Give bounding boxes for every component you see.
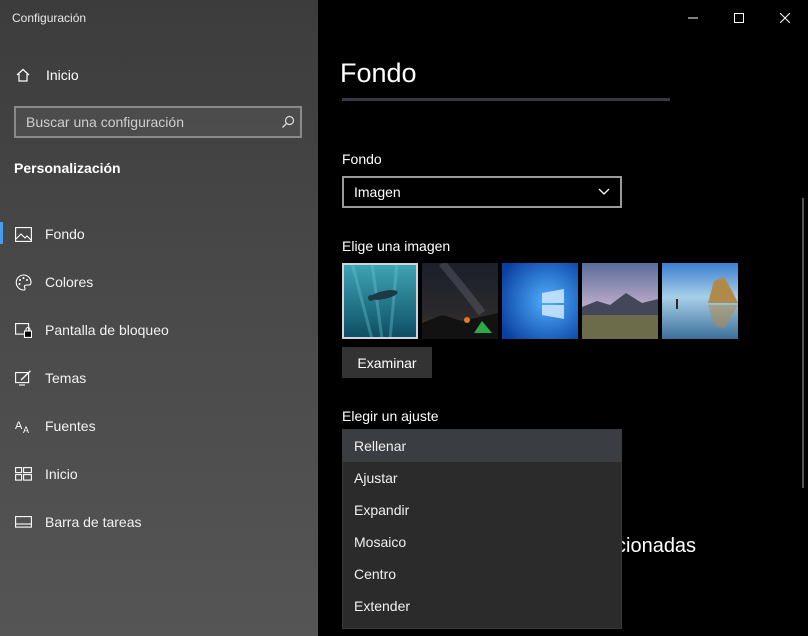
thumbnail-beach[interactable]: [662, 263, 738, 339]
taskbar-icon: [14, 513, 32, 531]
home-link[interactable]: Inicio: [14, 64, 79, 86]
close-button[interactable]: [762, 0, 808, 36]
sidebar-item-barra-de-tareas[interactable]: Barra de tareas: [0, 498, 318, 546]
fit-dropdown-list[interactable]: Rellenar Ajustar Expandir Mosaico Centro…: [342, 429, 622, 629]
sidebar-item-label: Pantalla de bloqueo: [45, 322, 169, 338]
image-thumbnails: [342, 263, 738, 339]
fonts-icon: AA: [14, 417, 32, 435]
fit-option-centro[interactable]: Centro: [343, 558, 621, 590]
settings-window: Configuración Inicio Personalización Fon…: [0, 0, 808, 636]
home-icon: [14, 66, 32, 84]
thumbnail-mountains[interactable]: [582, 263, 658, 339]
sidebar-item-label: Fuentes: [45, 418, 96, 434]
fit-option-expandir[interactable]: Expandir: [343, 494, 621, 526]
fit-option-rellenar[interactable]: Rellenar: [343, 430, 621, 462]
background-select-value: Imagen: [354, 184, 401, 200]
minimize-icon: [688, 17, 698, 19]
search-box[interactable]: [14, 106, 302, 138]
sidebar-item-label: Inicio: [45, 466, 78, 482]
maximize-button[interactable]: [716, 0, 762, 36]
close-icon: [780, 13, 790, 23]
sidebar-item-colores[interactable]: Colores: [0, 258, 318, 306]
fit-option-ajustar[interactable]: Ajustar: [343, 462, 621, 494]
fit-option-extender[interactable]: Extender: [343, 590, 621, 622]
sidebar-item-fondo[interactable]: Fondo: [0, 210, 318, 258]
thumbnail-night-sky[interactable]: [422, 263, 498, 339]
background-select[interactable]: Imagen: [342, 176, 622, 208]
sidebar-item-inicio[interactable]: Inicio: [0, 450, 318, 498]
svg-text:A: A: [15, 420, 23, 432]
image-icon: [14, 225, 32, 243]
sidebar-item-label: Fondo: [45, 226, 85, 242]
thumbnail-underwater[interactable]: [342, 263, 418, 339]
home-label: Inicio: [46, 67, 79, 83]
chevron-down-icon: [598, 188, 610, 195]
start-icon: [14, 465, 32, 483]
obscured-heading-text: cionadas: [616, 535, 697, 557]
scrollbar[interactable]: [802, 198, 804, 488]
title-divider: [342, 98, 670, 101]
minimize-button[interactable]: [670, 0, 716, 36]
page-title: Fondo: [340, 58, 417, 88]
search-input[interactable]: [16, 114, 276, 130]
nav-list: Fondo Colores Pantalla de bloqueo Temas: [0, 210, 318, 546]
choose-image-label: Elige una imagen: [342, 238, 451, 254]
browse-button[interactable]: Examinar: [342, 347, 432, 378]
sidebar-item-pantalla-de-bloqueo[interactable]: Pantalla de bloqueo: [0, 306, 318, 354]
sidebar-item-label: Colores: [45, 274, 94, 290]
svg-text:A: A: [23, 425, 29, 434]
themes-icon: [14, 369, 32, 387]
thumbnail-windows[interactable]: [502, 263, 578, 339]
window-title: Configuración: [12, 11, 87, 25]
sidebar-item-fuentes[interactable]: AA Fuentes: [0, 402, 318, 450]
fit-option-mosaico[interactable]: Mosaico: [343, 526, 621, 558]
search-icon[interactable]: [276, 115, 300, 129]
sidebar-item-temas[interactable]: Temas: [0, 354, 318, 402]
sidebar-item-label: Barra de tareas: [45, 514, 142, 530]
background-label: Fondo: [342, 151, 382, 167]
fit-label: Elegir un ajuste: [342, 408, 439, 424]
section-heading: Personalización: [14, 160, 121, 176]
lock-screen-icon: [14, 321, 32, 339]
caption-buttons: [670, 0, 808, 36]
sidebar-item-label: Temas: [45, 370, 87, 386]
maximize-icon: [734, 13, 744, 23]
main-content: Fondo Fondo Imagen Elige una imagen Exam…: [318, 0, 808, 636]
sidebar: Configuración Inicio Personalización Fon…: [0, 0, 318, 636]
palette-icon: [14, 273, 32, 291]
